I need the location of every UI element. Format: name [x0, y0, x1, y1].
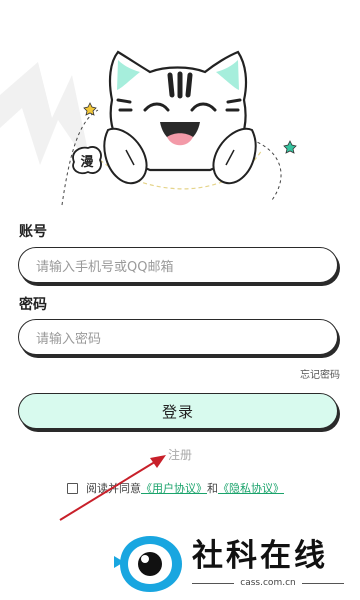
- star-icon: [283, 140, 297, 154]
- password-label: 密码: [19, 297, 47, 313]
- register-link[interactable]: 注册: [0, 446, 360, 463]
- badge-text: 漫: [80, 154, 93, 170]
- password-input[interactable]: 请输入密码: [18, 319, 338, 355]
- stripe: [167, 72, 175, 98]
- star-icon: [83, 102, 97, 116]
- manga-badge: 漫: [72, 146, 102, 175]
- user-agreement-link[interactable]: 《用户协议》: [141, 480, 207, 496]
- eye-logo-icon: [114, 536, 182, 592]
- stripe: [185, 72, 193, 98]
- cat-mascot-illustration: 漫: [0, 50, 297, 206]
- watermark: 社科在线 cass.com.cn: [112, 530, 352, 598]
- account-label: 账号: [19, 224, 47, 240]
- stripe: [226, 98, 242, 104]
- watermark-divider: [302, 583, 344, 584]
- account-input[interactable]: 请输入手机号或QQ邮箱: [18, 247, 338, 283]
- agreement-row: 阅读并同意 《用户协议》 和 《隐私协议》: [67, 480, 284, 496]
- account-placeholder: 请输入手机号或QQ邮箱: [36, 259, 174, 275]
- agreement-checkbox[interactable]: [67, 482, 78, 494]
- forgot-password-link[interactable]: 忘记密码: [300, 366, 340, 381]
- watermark-title: 社科在线: [192, 538, 328, 574]
- password-placeholder: 请输入密码: [36, 331, 102, 347]
- agreement-prefix: 阅读并同意: [86, 482, 141, 495]
- stripe: [116, 98, 132, 104]
- login-button[interactable]: 登录: [18, 393, 338, 429]
- agreement-and: 和: [207, 482, 218, 495]
- privacy-policy-link[interactable]: 《隐私协议》: [218, 480, 284, 496]
